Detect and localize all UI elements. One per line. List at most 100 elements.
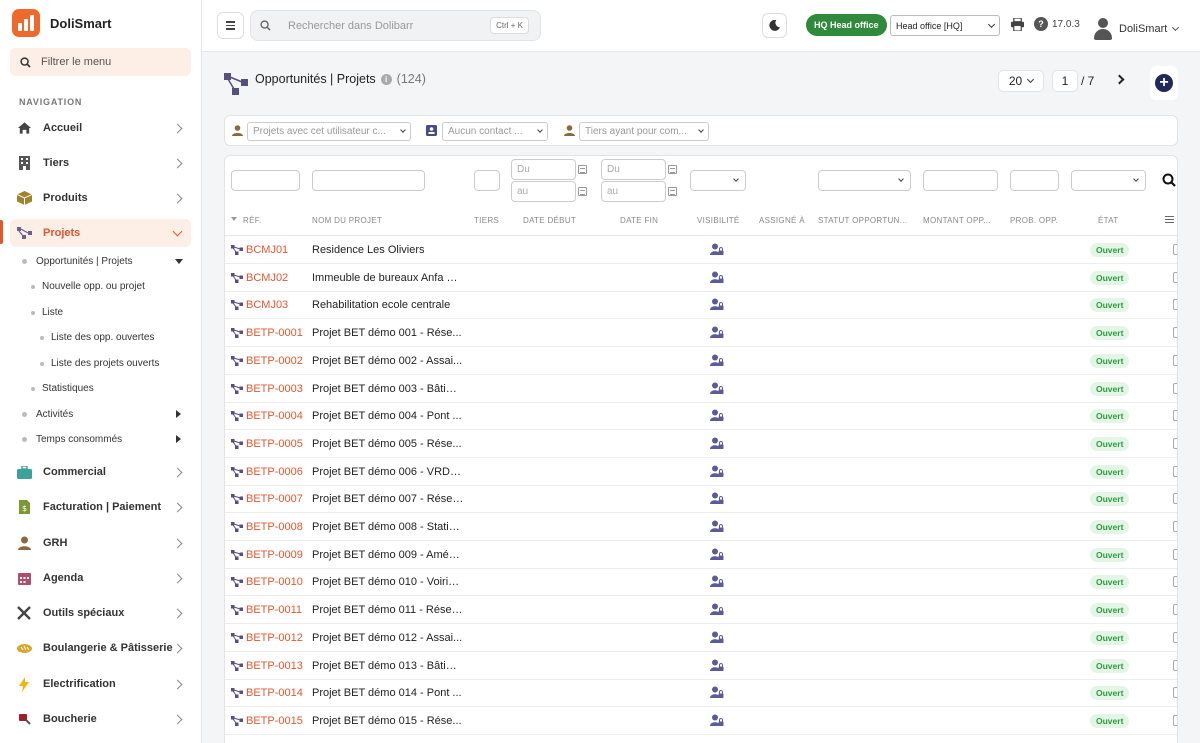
row-checkbox[interactable] (1173, 437, 1177, 449)
end-date-from-input[interactable]: Du (601, 159, 666, 180)
col-header-opp-status[interactable]: STATUT OPPORTUN... (818, 216, 907, 225)
project-ref-link[interactable]: BCMJ03 (246, 299, 288, 311)
row-checkbox[interactable] (1173, 354, 1177, 366)
project-ref-link[interactable]: BETP-0005 (246, 438, 303, 450)
sidebar-item-accueil[interactable]: Accueil (10, 114, 191, 142)
row-checkbox[interactable] (1173, 465, 1177, 477)
project-ref-link[interactable]: BETP-0010 (246, 576, 303, 588)
next-page-button[interactable] (1114, 73, 1126, 87)
sidebar-subitem-opp-ouvertes[interactable]: Liste des opp. ouvertes (40, 332, 154, 343)
table-row[interactable]: BETP-0002 Projet BET démo 002 - Assai... O… (225, 347, 1177, 375)
row-checkbox[interactable] (1173, 687, 1177, 699)
sidebar-item-electrification[interactable]: Electrification (10, 670, 191, 698)
table-row[interactable]: BETP-0008 Projet BET démo 008 - Statio...… (225, 513, 1177, 541)
entity-select[interactable]: Head office [HQ] (890, 15, 1000, 36)
calendar-icon[interactable] (668, 165, 677, 174)
row-checkbox[interactable] (1173, 244, 1177, 255)
sidebar-item-boucherie[interactable]: Boucherie (10, 705, 191, 733)
table-row[interactable]: BETP-0010 Projet BET démo 010 - Voirie ..… (225, 568, 1177, 597)
contact-filter-select[interactable]: Aucun contact ... (442, 122, 548, 141)
user-menu[interactable]: DoliSmart (1093, 18, 1180, 40)
row-checkbox[interactable] (1173, 493, 1177, 505)
project-ref-link[interactable]: BETP-0015 (246, 715, 303, 727)
ref-search-input[interactable] (231, 170, 300, 191)
table-row[interactable]: BETP-0005 Projet BET démo 005 - Rése... Ou… (225, 430, 1177, 458)
entity-badge[interactable]: HQ Head office (806, 14, 887, 36)
row-checkbox[interactable] (1173, 271, 1177, 283)
table-row[interactable]: BETP-0004 Projet BET démo 004 - Pont ... O… (225, 402, 1177, 431)
start-date-from-input[interactable]: Du (511, 159, 576, 180)
col-header-start-date[interactable]: DATE DÉBUT (523, 216, 576, 225)
sidebar-subitem-activites[interactable]: Activités (22, 409, 187, 420)
table-row[interactable]: BETP-0012 Projet BET démo 012 - Assai... O… (225, 624, 1177, 652)
table-row[interactable]: BETP-0011 Projet BET démo 011 - Résea... O… (225, 596, 1177, 625)
global-search-input[interactable]: Rechercher dans Dolibarr Ctrl + K (250, 10, 541, 41)
col-header-name[interactable]: NOM DU PROJET (312, 216, 382, 225)
sidebar-subitem-liste[interactable]: Liste (31, 307, 63, 318)
sidebar-subitem-nouvelle[interactable]: Nouvelle opp. ou projet (31, 281, 145, 292)
project-ref-link[interactable]: BETP-0002 (246, 355, 303, 367)
col-header-status[interactable]: ÉTAT (1098, 216, 1118, 225)
table-row[interactable]: BETP-0014 Projet BET démo 014 - Pont ... O… (225, 679, 1177, 708)
opp-amount-search-input[interactable] (923, 170, 998, 191)
sidebar-item-commercial[interactable]: Commercial (10, 458, 191, 486)
sidebar-item-boulangerie[interactable]: Boulangerie & Pâtisserie (10, 634, 191, 662)
table-row[interactable]: BETP-0013 Projet BET démo 013 - Bâtim... O… (225, 652, 1177, 680)
row-checkbox[interactable] (1173, 576, 1177, 588)
sidebar-item-outils[interactable]: Outils spéciaux (10, 599, 191, 627)
column-selector-icon[interactable] (1165, 216, 1174, 224)
calendar-icon[interactable] (578, 165, 587, 174)
row-checkbox[interactable] (1173, 604, 1177, 616)
table-row[interactable]: BETP-0001 Projet BET démo 001 - Rése... Ou… (225, 319, 1177, 348)
page-number-input[interactable]: 1 (1052, 70, 1078, 92)
row-checkbox[interactable] (1173, 382, 1177, 394)
sidebar-subitem-opportunites[interactable]: Opportunités | Projets (22, 256, 187, 267)
start-date-to-input[interactable]: au (511, 181, 576, 202)
project-ref-link[interactable]: BETP-0013 (246, 660, 303, 672)
menu-filter-input[interactable]: Filtrer le menu (10, 48, 191, 76)
project-ref-link[interactable]: BCMJ02 (246, 272, 288, 284)
user-filter-select[interactable]: Projets avec cet utilisateur c... (247, 122, 411, 141)
dark-mode-button[interactable] (762, 13, 787, 38)
calendar-icon[interactable] (578, 187, 587, 196)
project-ref-link[interactable]: BETP-0012 (246, 632, 303, 644)
row-checkbox[interactable] (1173, 659, 1177, 671)
row-checkbox[interactable] (1173, 299, 1177, 311)
table-row[interactable]: BCMJ02 Immeuble de bureaux Anfa Pl... Ouve… (225, 264, 1177, 292)
table-row[interactable]: BCMJ03 Rehabilitation ecole centrale Ouver… (225, 291, 1177, 320)
project-ref-link[interactable]: BETP-0001 (246, 327, 303, 339)
help-button[interactable]: ? 17.0.3 (1034, 17, 1080, 31)
project-ref-link[interactable]: BETP-0009 (246, 549, 303, 561)
project-ref-link[interactable]: BETP-0007 (246, 493, 303, 505)
project-ref-link[interactable]: BETP-0004 (246, 410, 303, 422)
row-checkbox[interactable] (1173, 410, 1177, 422)
sidebar-item-grh[interactable]: GRH (10, 529, 191, 557)
search-icon[interactable] (1162, 173, 1176, 187)
col-header-opp-amount[interactable]: MONTANT OPP... (923, 216, 991, 225)
col-header-ref[interactable]: RÉF. (243, 216, 262, 225)
sidebar-subitem-statistiques[interactable]: Statistiques (31, 383, 94, 394)
project-ref-link[interactable]: BETP-0006 (246, 466, 303, 478)
table-row[interactable]: BETP-0015 Projet BET démo 015 - Rése... Ou… (225, 707, 1177, 735)
row-checkbox[interactable] (1173, 714, 1177, 726)
visibility-filter-select[interactable] (690, 170, 746, 191)
add-project-button[interactable]: + (1150, 66, 1178, 100)
project-ref-link[interactable]: BETP-0014 (246, 687, 303, 699)
sidebar-subitem-temps[interactable]: Temps consommés (22, 434, 187, 445)
table-row[interactable]: BETP-0003 Projet BET démo 003 - Bâtim... O… (225, 375, 1177, 403)
project-ref-link[interactable]: BETP-0008 (246, 521, 303, 533)
sidebar-item-produits[interactable]: Produits (10, 184, 191, 212)
row-checkbox[interactable] (1173, 548, 1177, 560)
col-header-end-date[interactable]: DATE FIN (620, 216, 658, 225)
project-ref-link[interactable]: BCMJ01 (246, 244, 288, 256)
sort-desc-icon[interactable] (231, 217, 237, 221)
col-header-opp-prob[interactable]: PROB. OPP. (1010, 216, 1058, 225)
opp-status-filter-select[interactable] (818, 170, 911, 191)
name-search-input[interactable] (312, 170, 425, 191)
status-filter-select[interactable] (1071, 170, 1146, 191)
row-checkbox[interactable] (1173, 521, 1177, 532)
menu-toggle-button[interactable] (217, 12, 244, 39)
table-row[interactable]: BCMJ01 Residence Les Oliviers Ouvert (225, 236, 1177, 264)
brand[interactable]: DoliSmart (12, 9, 111, 37)
calendar-icon[interactable] (668, 187, 677, 196)
